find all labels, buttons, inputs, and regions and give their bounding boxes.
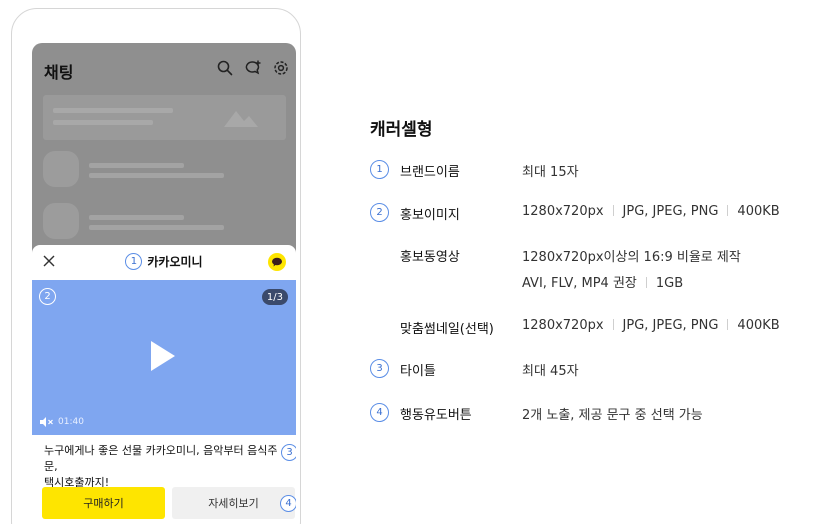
avatar — [43, 151, 79, 187]
avatar — [43, 203, 79, 239]
spec-value: 1280x720px이상의 16:9 비율로 제작 — [522, 250, 741, 265]
chat-header: 채팅 — [32, 43, 296, 93]
spec-badge: 2 — [370, 203, 389, 222]
callout-badge-4: 4 — [280, 495, 296, 512]
page-indicator: 1/3 — [261, 289, 288, 305]
image-placeholder-icon — [224, 111, 258, 127]
spec-badge: 1 — [370, 160, 389, 179]
chat-line — [89, 215, 184, 220]
spec-label: 홍보이미지 — [400, 208, 460, 223]
callout-badge-2: 2 — [39, 288, 56, 305]
spec-label: 타이틀 — [400, 364, 436, 379]
spec-label: 맞춤썸네일(선택) — [400, 322, 494, 337]
header-icons — [216, 59, 290, 77]
chat-line — [89, 163, 184, 168]
callout-badge-1: 1 — [125, 253, 143, 270]
ad-card-header: 1 카카오미니 — [32, 245, 296, 280]
detail-button[interactable]: 자세히보기 — [172, 487, 295, 519]
mute-icon[interactable] — [40, 417, 54, 427]
callout-badge-3: 3 — [281, 444, 296, 461]
search-icon[interactable] — [216, 59, 234, 77]
spec-value: 최대 45자 — [522, 364, 579, 379]
video-status: 01:40 — [40, 417, 84, 427]
phone-mockup: 채팅 1 카카오미니 2 1/3 01:40 누구에게나 좋은 선물 카카오미니… — [11, 8, 301, 524]
brand-name-group: 1 카카오미니 — [32, 253, 296, 270]
spec-label: 행동유도버튼 — [400, 408, 472, 423]
ad-media[interactable]: 2 1/3 01:40 — [32, 280, 296, 435]
ad-title-line: 누구에게나 좋은 선물 카카오미니, 음악부터 음식주문, — [44, 444, 278, 473]
spec-badge: 4 — [370, 403, 389, 422]
chat-title: 채팅 — [44, 63, 74, 82]
spec-value: 2개 노출, 제공 문구 중 선택 가능 — [522, 408, 703, 423]
chat-list-item — [43, 203, 286, 243]
new-chat-icon[interactable] — [244, 59, 262, 77]
spec-value: 1280x720px JPG, JPEG, PNG 400KB — [522, 204, 780, 219]
spec-label: 브랜드이름 — [400, 165, 460, 180]
play-icon[interactable] — [148, 339, 178, 373]
chat-line — [89, 225, 224, 230]
kakao-channel-icon[interactable] — [268, 253, 286, 271]
chat-line — [89, 173, 224, 178]
brand-name: 카카오미니 — [147, 255, 203, 269]
spec-badge: 3 — [370, 359, 389, 378]
chat-list-item — [43, 151, 286, 191]
settings-icon[interactable] — [272, 59, 290, 77]
spec-value: 최대 15자 — [522, 165, 579, 180]
video-duration: 01:40 — [58, 417, 84, 427]
spec-value: AVI, FLV, MP4 권장 1GB — [522, 276, 684, 291]
spec-label: 홍보동영상 — [400, 250, 460, 265]
ad-title: 누구에게나 좋은 선물 카카오미니, 음악부터 음식주문, 택시호출까지! — [44, 443, 280, 491]
spec-title: 캐러셀형 — [370, 120, 433, 140]
spec-value: 1280x720px JPG, JPEG, PNG 400KB — [522, 318, 780, 333]
promo-banner — [43, 95, 286, 140]
promo-text-line — [53, 108, 173, 113]
phone-screen: 채팅 1 카카오미니 2 1/3 01:40 누구에게나 좋은 선물 카카오미니… — [32, 43, 296, 524]
promo-text-line — [53, 120, 153, 125]
carousel-ad-card: 1 카카오미니 2 1/3 01:40 누구에게나 좋은 선물 카카오미니, 음… — [32, 245, 296, 524]
buy-button[interactable]: 구매하기 — [42, 487, 165, 519]
